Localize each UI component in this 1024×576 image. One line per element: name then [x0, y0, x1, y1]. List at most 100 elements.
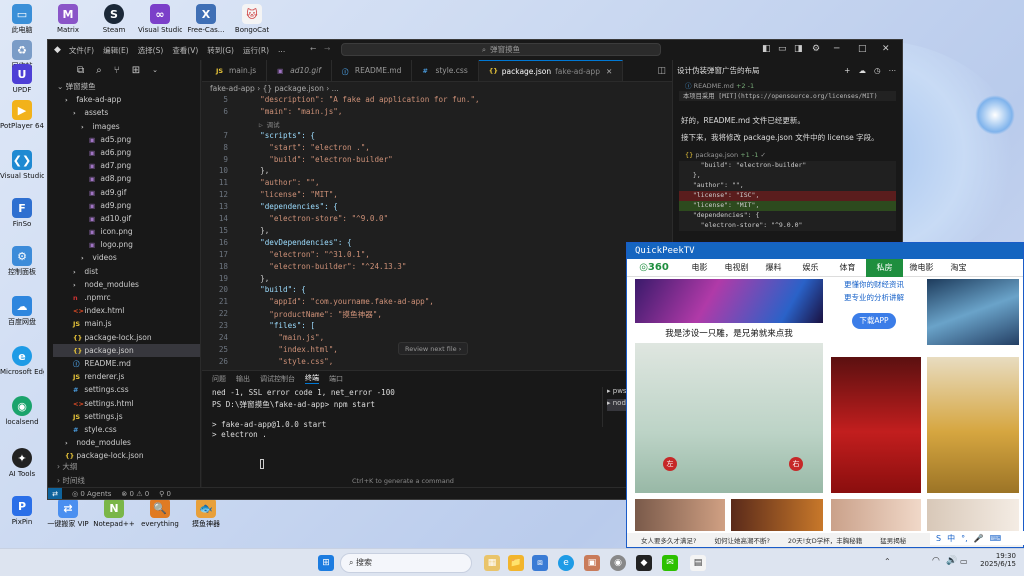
nav-item-sports[interactable]: 体育 — [829, 262, 866, 273]
breadcrumb[interactable]: fake-ad-app › {} package.json › ... — [202, 82, 672, 95]
desktop-icon-steam[interactable]: S Steam — [92, 4, 136, 34]
close-icon[interactable]: ✕ — [882, 44, 890, 54]
cursor-app-icon[interactable]: ◆ — [636, 555, 652, 571]
wifi-icon[interactable]: ◠ — [932, 556, 940, 566]
file-item[interactable]: ▣ ad7.png — [53, 159, 200, 172]
desktop-icon-bongocat[interactable]: 🐱 BongoCat — [230, 4, 274, 34]
folder-item[interactable]: › node_modules — [53, 278, 200, 291]
desktop-icon-moyu[interactable]: 🐟 摸鱼神器 — [184, 498, 228, 528]
wechat-icon[interactable]: ✉ — [662, 555, 678, 571]
download-app-button[interactable]: 下载APP — [852, 313, 896, 329]
desktop-icon-vscode[interactable]: ❮❯Visual Studio Code — [0, 150, 44, 180]
battery-icon[interactable]: ▭ — [960, 557, 968, 566]
panel-tab-terminal[interactable]: 终端 — [305, 373, 319, 384]
cloud-icon[interactable]: ☁ — [858, 66, 866, 75]
taskbar-search[interactable]: ⌕ 搜索 — [340, 553, 472, 573]
folder-item[interactable]: › assets — [53, 106, 200, 119]
ad-thumb-top-right[interactable] — [927, 279, 1019, 345]
ime-logo-icon[interactable]: S — [936, 534, 941, 543]
source-control-icon[interactable]: ⑂ — [114, 65, 120, 76]
footer-link-3[interactable]: 20天!女D学杯，丰胸秘籍 — [788, 535, 862, 545]
tab-package-json[interactable]: {} package.json fake-ad-app ✕ — [478, 60, 624, 81]
folder-item[interactable]: › dist — [53, 265, 200, 278]
desktop-icon-baidu[interactable]: ☁ 百度网盘 — [0, 296, 44, 326]
readme-diff-header[interactable]: ⓘ README.md +2 -1 — [673, 80, 902, 91]
history-icon[interactable]: ◷ — [874, 66, 881, 75]
file-item[interactable]: ▣ ad8.png — [53, 172, 200, 185]
file-explorer-icon[interactable]: 📁 — [508, 555, 524, 571]
nav-item-news[interactable]: 爆料 — [755, 262, 792, 273]
store-icon[interactable]: ⧈ — [532, 555, 548, 571]
file-item[interactable]: <> index.html — [53, 304, 200, 317]
menu-goto[interactable]: 转到(G) — [207, 45, 234, 56]
ad-thumb-middle[interactable] — [831, 357, 921, 493]
footer-link-1[interactable]: 女人要多久才满足? — [641, 535, 696, 545]
file-item[interactable]: ▣ logo.png — [53, 238, 200, 251]
settings-gear-icon[interactable]: ⚙ — [812, 44, 820, 54]
ad-thumb-bottom-3[interactable] — [831, 499, 921, 531]
nav-item-micro-film[interactable]: 微电影 — [903, 262, 940, 273]
menu-view[interactable]: 查看(V) — [172, 45, 198, 56]
ad-finance-box[interactable]: 更懂你的财经资讯 更专业的分析讲解 下载APP — [827, 279, 921, 341]
file-item[interactable]: {} package.json — [53, 343, 200, 357]
tab-main-js[interactable]: JS main.js — [202, 60, 268, 81]
ime-keyboard-icon[interactable]: ⌨ — [990, 534, 1002, 543]
menu-more[interactable]: ... — [278, 45, 285, 56]
file-item[interactable]: # settings.css — [53, 383, 200, 396]
outline-section[interactable]: › 大纲 — [53, 460, 200, 473]
forward-arrow-icon[interactable]: → — [324, 44, 330, 53]
desktop-icon-yijian[interactable]: ⇄ 一键搬家 VIP — [46, 498, 90, 528]
desktop-icon-control-panel[interactable]: ⚙ 控制面板 — [0, 246, 44, 276]
photo-app-icon[interactable]: ▣ — [584, 555, 600, 571]
ime-punct-icon[interactable]: °, — [961, 534, 968, 543]
code-view[interactable]: 5 "description": "A fake ad application … — [202, 95, 672, 370]
file-item[interactable]: ▣ ad9.png — [53, 199, 200, 212]
new-chat-plus-icon[interactable]: + — [844, 66, 850, 75]
ad-thumb-bottom-4[interactable] — [927, 499, 1019, 531]
file-item[interactable]: # style.css — [53, 423, 200, 436]
badge-right[interactable]: 右 — [789, 457, 803, 471]
file-item[interactable]: ▣ ad9.gif — [53, 186, 200, 199]
nav-item-movie[interactable]: 电影 — [681, 262, 718, 273]
desktop-icon-finso[interactable]: F FinSo — [0, 198, 44, 228]
extensions-icon[interactable]: ⊞ — [132, 65, 140, 76]
sidebar-toggle-icon[interactable]: ◨ — [794, 44, 803, 54]
tab-ad10-gif[interactable]: ▣ ad10.gif — [267, 60, 332, 81]
ime-lang[interactable]: 中 — [947, 533, 955, 544]
file-item[interactable]: JS main.js — [53, 317, 200, 330]
maximize-icon[interactable]: □ — [858, 44, 867, 54]
desktop-icon-ai-tools[interactable]: ✦ AI Tools — [0, 448, 44, 478]
timeline-section[interactable]: › 时间线 — [53, 474, 200, 487]
quickpeek-taskbar-icon[interactable]: ▤ — [690, 555, 706, 571]
chrome-icon[interactable]: ◉ — [610, 555, 626, 571]
file-item[interactable]: n .npmrc — [53, 291, 200, 304]
nav-item-ent[interactable]: 娱乐 — [792, 262, 829, 273]
pkg-diff-header[interactable]: {} package.json +1 -1 ✓ — [673, 143, 902, 161]
ad-thumb-right[interactable] — [927, 357, 1019, 493]
menu-run[interactable]: 运行(R) — [243, 45, 269, 56]
menu-edit[interactable]: 编辑(E) — [103, 45, 129, 56]
badge-left[interactable]: 左 — [663, 457, 677, 471]
file-item[interactable]: JS settings.js — [53, 410, 200, 423]
panel-tab-debug-console[interactable]: 调试控制台 — [260, 374, 295, 384]
desktop-icon-visual-studio[interactable]: ∞ Visual Studio — [138, 4, 182, 34]
folder-item[interactable]: › fake-ad-app — [53, 93, 200, 106]
problems-status[interactable]: ⊗ 0 ⚠ 0 — [121, 490, 149, 498]
file-item[interactable]: {} package-lock.json — [53, 331, 200, 344]
tray-chevron-icon[interactable]: ⌃ — [884, 557, 891, 566]
desktop-icon-pixpin[interactable]: P PixPin — [0, 496, 44, 526]
review-next-button[interactable]: Review next file › — [398, 342, 469, 355]
files-icon[interactable]: ⧉ — [77, 65, 84, 76]
ad-thumb-game[interactable] — [635, 279, 823, 323]
clock[interactable]: 19:30 2025/6/15 — [980, 552, 1016, 568]
more-icon[interactable]: ⋯ — [889, 66, 897, 75]
footer-link-2[interactable]: 如何让她高潮不断? — [714, 535, 769, 545]
nav-item-private[interactable]: 私房 — [866, 258, 903, 277]
tab-style-css[interactable]: # style.css — [412, 60, 479, 81]
panel-toggle-icon[interactable]: ▭ — [778, 44, 787, 54]
volume-icon[interactable]: 🔊 — [946, 556, 957, 566]
nav-item-tv[interactable]: 电视剧 — [718, 262, 755, 273]
agents-status[interactable]: ◎ 0 Agents — [72, 490, 111, 498]
desktop-icon-updf[interactable]: U UPDF — [0, 64, 44, 94]
file-item[interactable]: ▣ ad5.png — [53, 133, 200, 146]
